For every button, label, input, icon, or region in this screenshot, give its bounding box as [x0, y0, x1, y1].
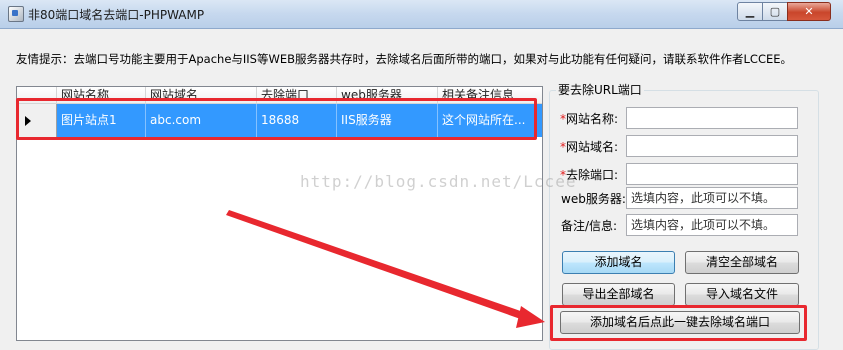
- annotation-arrow-icon: [226, 210, 545, 328]
